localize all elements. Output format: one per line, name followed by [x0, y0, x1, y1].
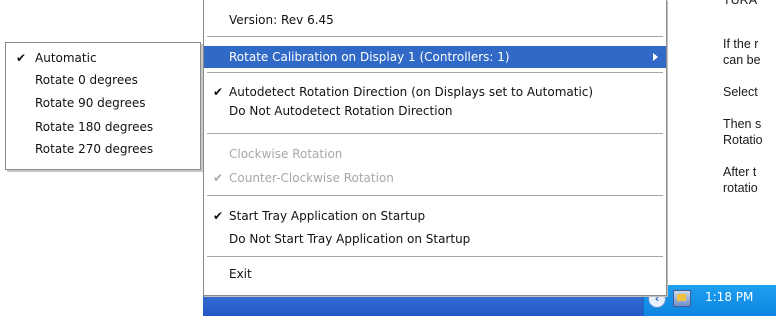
menu-item-no-start-tray[interactable]: Do Not Start Tray Application on Startup — [204, 228, 666, 250]
submenu-item-rotate-90[interactable]: Rotate 90 degrees — [6, 93, 200, 113]
submenu-item-rotate-270[interactable]: Rotate 270 degrees — [6, 139, 200, 159]
menu-item-counter-clockwise[interactable]: ✔ Counter-Clockwise Rotation — [204, 167, 666, 189]
submenu-item-label: Rotate 0 degrees — [35, 73, 138, 87]
doc-line: can be — [723, 53, 761, 67]
doc-line: Then s — [723, 117, 762, 131]
submenu-item-label: Rotate 270 degrees — [35, 142, 154, 156]
menu-item-label: Clockwise Rotation — [229, 147, 343, 161]
menu-item-exit[interactable]: Exit — [204, 263, 666, 285]
menu-item-label: Start Tray Application on Startup — [229, 209, 426, 223]
menu-item-label: Counter-Clockwise Rotation — [229, 171, 394, 185]
submenu-item-rotate-180[interactable]: Rotate 180 degrees — [6, 117, 200, 137]
doc-line: After t — [723, 165, 757, 179]
menu-item-label: Exit — [229, 267, 252, 281]
checkmark-icon: ✔ — [16, 51, 27, 65]
submenu-item-label: Automatic — [35, 51, 97, 65]
menu-item-clockwise[interactable]: Clockwise Rotation — [204, 143, 666, 165]
menu-separator — [207, 36, 663, 37]
menu-item-no-autodetect[interactable]: Do Not Autodetect Rotation Direction — [204, 100, 666, 122]
menu-item-rotate-calibration[interactable]: Rotate Calibration on Display 1 (Control… — [204, 46, 666, 68]
doc-line: rotatio — [723, 181, 758, 195]
submenu-item-label: Rotate 180 degrees — [35, 120, 154, 134]
rotate-submenu: ✔ Automatic Rotate 0 degrees Rotate 90 d… — [5, 42, 201, 170]
submenu-item-automatic[interactable]: ✔ Automatic — [6, 48, 200, 68]
menu-separator — [207, 256, 663, 257]
menu-item-version[interactable]: Version: Rev 6.45 — [204, 9, 666, 31]
menu-item-label: Version: Rev 6.45 — [229, 13, 334, 27]
submenu-arrow-icon — [653, 53, 658, 61]
tray-app-icon[interactable] — [673, 290, 691, 307]
menu-item-start-tray[interactable]: ✔ Start Tray Application on Startup — [204, 205, 666, 227]
menu-separator — [207, 133, 663, 134]
doc-line: Select — [723, 85, 758, 99]
menu-item-label: Do Not Start Tray Application on Startup — [229, 232, 471, 246]
doc-line: If the r — [723, 37, 759, 51]
menu-item-label: Rotate Calibration on Display 1 (Control… — [229, 50, 510, 64]
checkmark-icon: ✔ — [213, 209, 224, 223]
checkmark-icon: ✔ — [213, 171, 224, 185]
submenu-item-label: Rotate 90 degrees — [35, 96, 146, 110]
clock[interactable]: 1:18 PM — [705, 290, 753, 304]
tray-context-menu: Version: Rev 6.45 Rotate Calibration on … — [203, 0, 667, 296]
menu-separator — [207, 72, 663, 73]
doc-line: TURA — [723, 0, 758, 7]
menu-item-label: Do Not Autodetect Rotation Direction — [229, 104, 453, 118]
submenu-item-rotate-0[interactable]: Rotate 0 degrees — [6, 70, 200, 90]
doc-line: Rotatio — [723, 133, 763, 147]
menu-separator — [207, 195, 663, 196]
